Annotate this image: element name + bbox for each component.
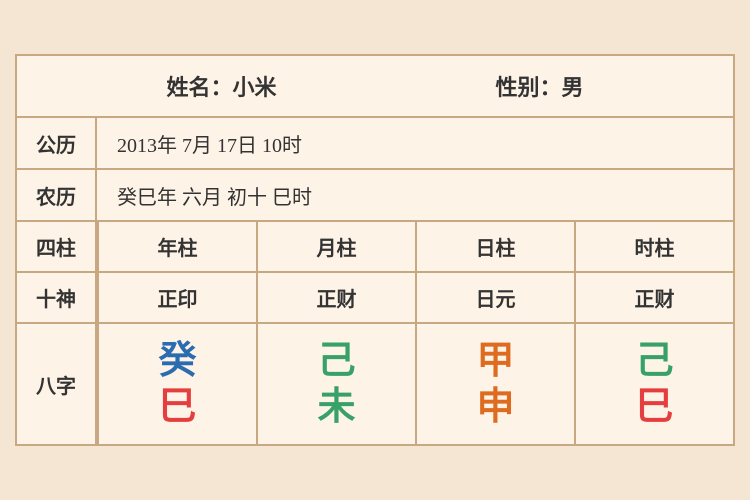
bazi-cell-0: 癸 巳 xyxy=(97,324,256,444)
shishen-year: 正印 xyxy=(97,273,256,322)
bazi-cell-1: 己 未 xyxy=(256,324,415,444)
bazi-bottom-3: 巳 xyxy=(635,388,673,426)
bazi-cell-2: 甲 申 xyxy=(415,324,574,444)
lunar-value: 癸巳年 六月 初十 巳时 xyxy=(97,171,733,220)
bazi-row: 八字 癸 巳 己 未 甲 申 己 巳 xyxy=(17,324,733,444)
pillars-label: 四柱 xyxy=(17,222,97,271)
name-label: 姓名：小米 xyxy=(166,70,276,102)
bazi-top-3: 己 xyxy=(635,342,673,380)
bazi-bottom-0: 巳 xyxy=(158,388,196,426)
shishen-label: 十神 xyxy=(17,273,97,322)
bazi-top-2: 甲 xyxy=(476,342,514,380)
pillars-row: 四柱 年柱 月柱 日柱 时柱 xyxy=(17,222,733,273)
bazi-top-0: 癸 xyxy=(158,342,196,380)
pillar-year: 年柱 xyxy=(97,222,256,271)
main-container: 姓名：小米 性别：男 公历 2013年 7月 17日 10时 农历 癸巳年 六月… xyxy=(15,54,735,446)
shishen-row: 十神 正印 正财 日元 正财 xyxy=(17,273,733,324)
bazi-cell-3: 己 巳 xyxy=(574,324,733,444)
shishen-grid: 正印 正财 日元 正财 xyxy=(97,273,733,322)
bazi-top-1: 己 xyxy=(317,342,355,380)
bazi-grid: 癸 巳 己 未 甲 申 己 巳 xyxy=(97,324,733,444)
pillar-month: 月柱 xyxy=(256,222,415,271)
shishen-hour: 正财 xyxy=(574,273,733,322)
bazi-label: 八字 xyxy=(17,324,97,444)
shishen-month: 正财 xyxy=(256,273,415,322)
pillar-hour: 时柱 xyxy=(574,222,733,271)
pillar-day: 日柱 xyxy=(415,222,574,271)
header-row: 姓名：小米 性别：男 xyxy=(17,56,733,118)
gender-label: 性别：男 xyxy=(495,70,583,102)
solar-value: 2013年 7月 17日 10时 xyxy=(97,119,733,168)
lunar-label: 农历 xyxy=(17,170,97,220)
pillars-grid: 年柱 月柱 日柱 时柱 xyxy=(97,222,733,271)
solar-label: 公历 xyxy=(17,118,97,168)
lunar-row: 农历 癸巳年 六月 初十 巳时 xyxy=(17,170,733,222)
bazi-bottom-1: 未 xyxy=(317,388,355,426)
solar-row: 公历 2013年 7月 17日 10时 xyxy=(17,118,733,170)
shishen-day: 日元 xyxy=(415,273,574,322)
bazi-bottom-2: 申 xyxy=(476,388,514,426)
